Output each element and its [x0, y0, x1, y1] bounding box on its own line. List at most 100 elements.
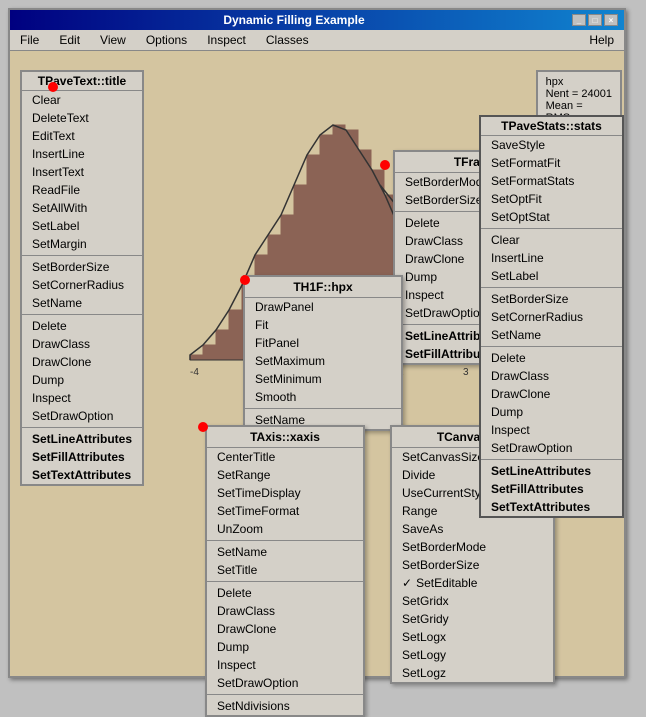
menu-readfile[interactable]: ReadFile [22, 181, 142, 199]
separator3 [22, 427, 142, 428]
title-bar-controls: _ □ × [572, 14, 618, 26]
menu-drawclass-ps[interactable]: DrawClass [481, 367, 622, 385]
menu-settimeformat[interactable]: SetTimeFormat [207, 502, 363, 520]
menu-setgridx[interactable]: SetGridx [392, 592, 553, 610]
menu-setbordermode-tc[interactable]: SetBorderMode [392, 538, 553, 556]
menu-fit[interactable]: Fit [245, 316, 401, 334]
close-btn[interactable]: × [604, 14, 618, 26]
menu-setcornerradius[interactable]: SetCornerRadius [22, 276, 142, 294]
menu-setlabel-ps[interactable]: SetLabel [481, 267, 622, 285]
red-dot-2 [380, 160, 390, 170]
separator-ta2 [207, 581, 363, 582]
menu-setlabel[interactable]: SetLabel [22, 217, 142, 235]
menu-setmargin[interactable]: SetMargin [22, 235, 142, 253]
tpave-stats-menu: TPaveStats::stats SaveStyle SetFormatFit… [479, 115, 624, 518]
menu-setformatfit[interactable]: SetFormatFit [481, 154, 622, 172]
menu-settitle-ta[interactable]: SetTitle [207, 561, 363, 579]
menu-setdrawoption-ps[interactable]: SetDrawOption [481, 439, 622, 457]
menu-setbordersize[interactable]: SetBorderSize [22, 258, 142, 276]
menu-setdrawoption[interactable]: SetDrawOption [22, 407, 142, 425]
menu-drawclone[interactable]: DrawClone [22, 353, 142, 371]
maximize-btn[interactable]: □ [588, 14, 602, 26]
menu-inspect[interactable]: Inspect [22, 389, 142, 407]
menu-drawclass-ta[interactable]: DrawClass [207, 602, 363, 620]
menu-edittext[interactable]: EditText [22, 127, 142, 145]
red-dot-3 [240, 275, 250, 285]
menu-settextattributes[interactable]: SetTextAttributes [22, 466, 142, 484]
menu-savestyle[interactable]: SaveStyle [481, 136, 622, 154]
menu-unzoom[interactable]: UnZoom [207, 520, 363, 538]
menu-fitpanel[interactable]: FitPanel [245, 334, 401, 352]
menu-dump-ps[interactable]: Dump [481, 403, 622, 421]
menu-dump[interactable]: Dump [22, 371, 142, 389]
menu-setfillattributes[interactable]: SetFillAttributes [22, 448, 142, 466]
menu-delete-ta[interactable]: Delete [207, 584, 363, 602]
menu-setlineattributes-ps[interactable]: SetLineAttributes [481, 462, 622, 480]
tpave-text-menu: TPaveText::title Clear DeleteText EditTe… [20, 70, 144, 486]
menu-deletetext[interactable]: DeleteText [22, 109, 142, 127]
menu-inserttext[interactable]: InsertText [22, 163, 142, 181]
menu-saveas[interactable]: SaveAs [392, 520, 553, 538]
menu-setbordersize-ps[interactable]: SetBorderSize [481, 290, 622, 308]
stats-mean: Mean = [546, 100, 612, 112]
menu-setlogz[interactable]: SetLogz [392, 664, 553, 682]
menu-setminimum[interactable]: SetMinimum [245, 370, 401, 388]
menu-dump-ta[interactable]: Dump [207, 638, 363, 656]
stats-nent: Nent = 24001 [546, 88, 612, 100]
menu-inspect[interactable]: Inspect [201, 32, 252, 48]
menu-options[interactable]: Options [140, 32, 193, 48]
menu-delete-ps[interactable]: Delete [481, 349, 622, 367]
separator2 [22, 314, 142, 315]
tpave-text-header: TPaveText::title [22, 72, 142, 91]
menu-drawclone-ta[interactable]: DrawClone [207, 620, 363, 638]
menu-setcornerradius-ps[interactable]: SetCornerRadius [481, 308, 622, 326]
menu-drawclass[interactable]: DrawClass [22, 335, 142, 353]
menu-setrange[interactable]: SetRange [207, 466, 363, 484]
menu-smooth[interactable]: Smooth [245, 388, 401, 406]
menu-setname[interactable]: SetName [22, 294, 142, 312]
menu-setbordersize-tc[interactable]: SetBorderSize [392, 556, 553, 574]
menu-classes[interactable]: Classes [260, 32, 315, 48]
menu-setgridy[interactable]: SetGridy [392, 610, 553, 628]
menu-setallwith[interactable]: SetAllWith [22, 199, 142, 217]
separator-ps2 [481, 287, 622, 288]
menu-drawpanel[interactable]: DrawPanel [245, 298, 401, 316]
menu-inspect-ps[interactable]: Inspect [481, 421, 622, 439]
menu-setformatstats[interactable]: SetFormatStats [481, 172, 622, 190]
menu-seteditable[interactable]: SetEditable [392, 574, 553, 592]
separator1 [22, 255, 142, 256]
menu-setndivisions[interactable]: SetNdivisions [207, 697, 363, 715]
menu-edit[interactable]: Edit [53, 32, 86, 48]
separator-ta3 [207, 694, 363, 695]
window-title: Dynamic Filling Example [16, 13, 572, 27]
minimize-btn[interactable]: _ [572, 14, 586, 26]
menu-file[interactable]: File [14, 32, 45, 48]
menu-inspect-ta[interactable]: Inspect [207, 656, 363, 674]
svg-text:-4: -4 [190, 367, 199, 378]
menu-setlogy[interactable]: SetLogy [392, 646, 553, 664]
menu-centertitle[interactable]: CenterTitle [207, 448, 363, 466]
main-window: Dynamic Filling Example _ □ × File Edit … [8, 8, 626, 678]
menu-setlogx[interactable]: SetLogx [392, 628, 553, 646]
menu-setfillattributes-ps[interactable]: SetFillAttributes [481, 480, 622, 498]
menu-view[interactable]: View [94, 32, 132, 48]
menu-clear-ps[interactable]: Clear [481, 231, 622, 249]
menu-setlineattributes[interactable]: SetLineAttributes [22, 430, 142, 448]
svg-text:3: 3 [463, 367, 469, 378]
separator-ps4 [481, 459, 622, 460]
menu-insertline[interactable]: InsertLine [22, 145, 142, 163]
menu-settextattributes-ps[interactable]: SetTextAttributes [481, 498, 622, 516]
menu-setname-ta[interactable]: SetName [207, 543, 363, 561]
menu-setmaximum[interactable]: SetMaximum [245, 352, 401, 370]
menu-clear[interactable]: Clear [22, 91, 142, 109]
menu-drawclone-ps[interactable]: DrawClone [481, 385, 622, 403]
menu-setoptstat[interactable]: SetOptStat [481, 208, 622, 226]
menu-settimedisplay[interactable]: SetTimeDisplay [207, 484, 363, 502]
menu-help[interactable]: Help [583, 32, 620, 48]
menu-delete[interactable]: Delete [22, 317, 142, 335]
menu-setdrawoption-ta[interactable]: SetDrawOption [207, 674, 363, 692]
menu-setoptfit[interactable]: SetOptFit [481, 190, 622, 208]
menu-insertline-ps[interactable]: InsertLine [481, 249, 622, 267]
menu-setname-ps[interactable]: SetName [481, 326, 622, 344]
taxis-header: TAxis::xaxis [207, 427, 363, 448]
